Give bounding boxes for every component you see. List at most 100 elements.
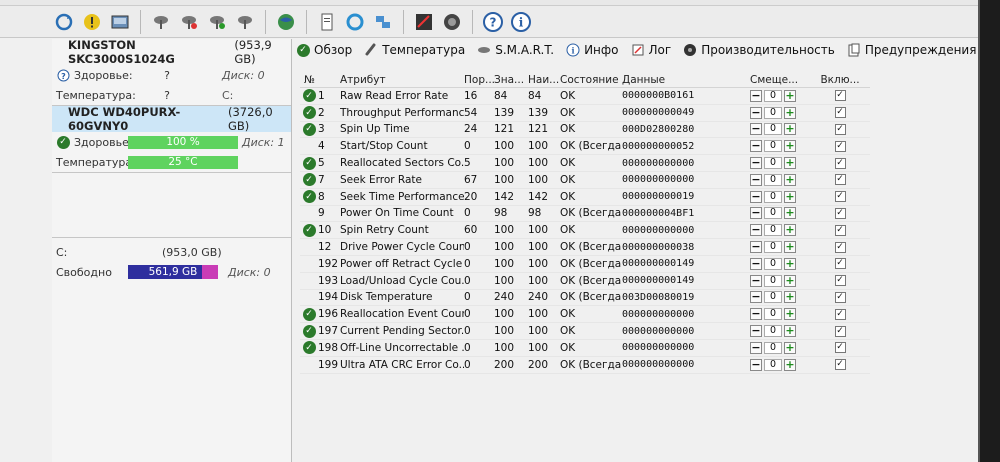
tab-warnings[interactable]: Предупреждения (847, 43, 976, 57)
header-value[interactable]: Зна... (494, 74, 528, 86)
offset-value[interactable]: 0 (764, 123, 782, 136)
header-id[interactable]: № (304, 74, 340, 86)
refresh-icon[interactable] (52, 10, 76, 34)
network-icon[interactable] (371, 10, 395, 34)
header-offset[interactable]: Смеще... (750, 74, 816, 86)
offset-value[interactable]: 0 (764, 173, 782, 186)
decrement-button[interactable]: − (750, 190, 762, 203)
header-enabled[interactable]: Вклю... (816, 74, 864, 86)
table-row[interactable]: ✓ 10 Spin Retry Count 60 100 100 OK 00000000000… (300, 222, 870, 240)
offset-value[interactable]: 0 (764, 207, 782, 220)
disk-tool-icon[interactable] (149, 10, 173, 34)
increment-button[interactable]: + (784, 308, 796, 321)
volume-item[interactable]: C: (953,0 GB) Свободно 561,9 GB Диск: 0 (52, 237, 291, 282)
enabled-checkbox[interactable]: ✓ (834, 207, 846, 219)
enabled-checkbox[interactable]: ✓ (834, 342, 846, 354)
increment-button[interactable]: + (784, 291, 796, 304)
enabled-checkbox[interactable]: ✓ (834, 157, 846, 169)
header-state[interactable]: Состояние (560, 74, 622, 86)
decrement-button[interactable]: − (750, 358, 762, 371)
table-row[interactable]: ✓ 1 Raw Read Error Rate 16 84 84 OK 0000000B016… (300, 88, 870, 105)
enabled-checkbox[interactable]: ✓ (834, 123, 846, 135)
decrement-button[interactable]: − (750, 89, 762, 102)
header-threshold[interactable]: Пор... (464, 74, 495, 86)
chart-icon[interactable] (412, 10, 436, 34)
offset-value[interactable]: 0 (764, 325, 782, 338)
enabled-checkbox[interactable]: ✓ (834, 291, 846, 303)
increment-button[interactable]: + (784, 257, 796, 270)
sync-icon[interactable] (343, 10, 367, 34)
offset-value[interactable]: 0 (764, 358, 782, 371)
hard-drive-icon[interactable] (108, 10, 132, 34)
table-row[interactable]: ✓ 196 Reallocation Event Count 0 100 100 OK 000… (300, 306, 870, 324)
increment-button[interactable]: + (784, 106, 796, 119)
offset-value[interactable]: 0 (764, 241, 782, 254)
table-row[interactable]: ✓ 7 Seek Error Rate 67 100 100 OK 000000000000−… (300, 172, 870, 189)
offset-value[interactable]: 0 (764, 89, 782, 102)
increment-button[interactable]: + (784, 190, 796, 203)
increment-button[interactable]: + (784, 173, 796, 186)
tab-smart[interactable]: S.M.A.R.T. (477, 43, 554, 57)
table-row[interactable]: ✓ 197 Current Pending Sector... 0 100 100 OK 00… (300, 323, 870, 340)
table-row[interactable]: 194Disk Temperature0240240OK (Всегда...0… (300, 290, 870, 307)
offset-value[interactable]: 0 (764, 308, 782, 321)
decrement-button[interactable]: − (750, 274, 762, 287)
increment-button[interactable]: + (784, 358, 796, 371)
tab-performance[interactable]: Производительность (683, 43, 835, 57)
tab-temperature[interactable]: Температура (364, 43, 465, 57)
disk-tool-icon[interactable] (233, 10, 257, 34)
increment-button[interactable]: + (784, 274, 796, 287)
decrement-button[interactable]: − (750, 224, 762, 237)
decrement-button[interactable]: − (750, 140, 762, 153)
header-attribute[interactable]: Атрибут (340, 74, 464, 86)
table-row[interactable]: ✓ 5 Reallocated Sectors Co... 5 100 100 OK 0000… (300, 155, 870, 172)
table-row[interactable]: 9Power On Time Count09898OK (Всегда...00… (300, 206, 870, 223)
header-data[interactable]: Данные (622, 74, 750, 86)
tab-log[interactable]: Лог (631, 43, 671, 57)
tab-info[interactable]: i Инфо (566, 43, 619, 57)
table-row[interactable]: 193 Load/Unload Cycle Cou... 0 100 100 OK (Вс… (300, 273, 870, 290)
enabled-checkbox[interactable]: ✓ (834, 90, 846, 102)
enabled-checkbox[interactable]: ✓ (834, 308, 846, 320)
table-row[interactable]: 4Start/Stop Count0100100OK (Всегда...000… (300, 138, 870, 156)
header-worst[interactable]: Наи... (528, 74, 560, 86)
offset-value[interactable]: 0 (764, 190, 782, 203)
table-row[interactable]: 199 Ultra ATA CRC Error Co... 0 200 200 OK (В… (300, 357, 870, 374)
disk-title[interactable]: KINGSTON SKC3000S1024G (953,9 GB) (52, 38, 291, 66)
document-icon[interactable] (315, 10, 339, 34)
disk-tool-icon[interactable] (205, 10, 229, 34)
offset-value[interactable]: 0 (764, 341, 782, 354)
decrement-button[interactable]: − (750, 157, 762, 170)
offset-value[interactable]: 0 (764, 274, 782, 287)
enabled-checkbox[interactable]: ✓ (834, 107, 846, 119)
enabled-checkbox[interactable]: ✓ (834, 359, 846, 371)
offset-value[interactable]: 0 (764, 157, 782, 170)
decrement-button[interactable]: − (750, 241, 762, 254)
enabled-checkbox[interactable]: ✓ (834, 191, 846, 203)
help-icon[interactable]: ? (481, 10, 505, 34)
globe-icon[interactable] (274, 10, 298, 34)
enabled-checkbox[interactable]: ✓ (834, 325, 846, 337)
speaker-icon[interactable] (440, 10, 464, 34)
table-row[interactable]: 12 Drive Power Cycle Count 0 100 100 OK (Всег… (300, 239, 870, 256)
increment-button[interactable]: + (784, 89, 796, 102)
decrement-button[interactable]: − (750, 291, 762, 304)
tab-overview[interactable]: ✓ Обзор (296, 43, 352, 57)
increment-button[interactable]: + (784, 341, 796, 354)
increment-button[interactable]: + (784, 123, 796, 136)
decrement-button[interactable]: − (750, 173, 762, 186)
decrement-button[interactable]: − (750, 341, 762, 354)
table-row[interactable]: 192 Power off Retract Cycle ... 0 100 100 OK … (300, 256, 870, 273)
increment-button[interactable]: + (784, 207, 796, 220)
offset-value[interactable]: 0 (764, 224, 782, 237)
table-row[interactable]: ✓ 198 Off-Line Uncorrectable ... 0 100 100 OK 0… (300, 340, 870, 357)
disk-title-selected[interactable]: WDC WD40PURX-60GVNY0 (3726,0 GB) (52, 105, 291, 133)
disk-tool-icon[interactable] (177, 10, 201, 34)
warning-icon[interactable] (80, 10, 104, 34)
decrement-button[interactable]: − (750, 308, 762, 321)
increment-button[interactable]: + (784, 140, 796, 153)
info-icon[interactable]: i (509, 10, 533, 34)
decrement-button[interactable]: − (750, 257, 762, 270)
disk-item[interactable]: KINGSTON SKC3000S1024G (953,9 GB) ? Здор… (52, 38, 291, 106)
table-row[interactable]: ✓ 2 Throughput Performance 54 139 139 OK 000000… (300, 105, 870, 122)
